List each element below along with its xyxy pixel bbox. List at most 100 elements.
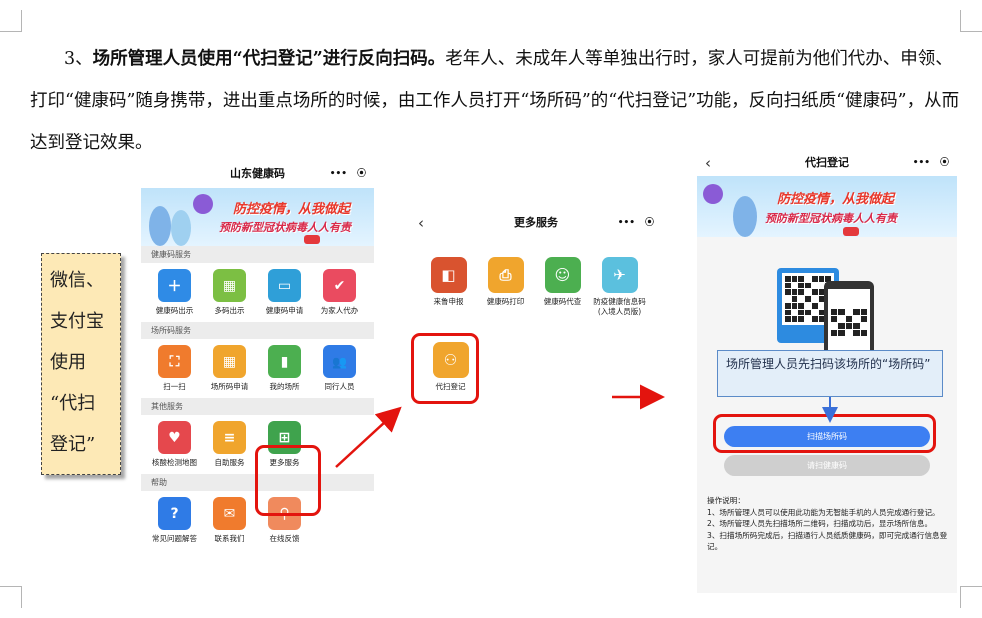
page-title: 更多服务	[514, 216, 558, 229]
campaign-banner: 防控疫情，从我做起 预防新型冠状病毒人人有责	[141, 188, 374, 246]
more-options-icon[interactable]: •••	[330, 167, 347, 182]
more-options-icon[interactable]: •••	[913, 156, 930, 171]
service-companions[interactable]: 👥 同行人员	[312, 345, 367, 392]
paragraph-title: 场所管理人员使用“代扫登记”进行反向扫码。	[92, 49, 446, 69]
side-note-line: “代扫	[50, 393, 96, 414]
code-apply-icon: ▭	[268, 269, 301, 302]
mini-program-capsule: ••• ⦿	[330, 167, 366, 182]
service-label: 健康码打印	[486, 297, 525, 306]
back-arrow-icon[interactable]: ‹	[705, 150, 711, 176]
service-label: 自助服务	[214, 458, 245, 467]
close-mini-program-icon[interactable]: ⦿	[940, 156, 949, 171]
side-note-line: 支付宝	[50, 311, 104, 332]
service-faq[interactable]: ? 常见问题解答	[147, 497, 202, 544]
doctor-figure-icon	[733, 196, 757, 237]
close-mini-program-icon[interactable]: ⦿	[357, 167, 366, 182]
service-label: 场所码申请	[210, 382, 249, 391]
service-label: 同行人员	[324, 382, 355, 391]
callout-note: 场所管理人员先扫码该场所的“场所码”	[717, 350, 943, 397]
instruction-step: 1、场所管理人员可以使用此功能为无智能手机的人员完成通行登记。	[707, 507, 940, 517]
banner-slogan: 防控疫情，从我做起	[777, 192, 895, 207]
app-header: 山东健康码 ••• ⦿	[141, 160, 374, 188]
paragraph-number: 3、	[64, 49, 93, 69]
print-icon: ⎙	[487, 257, 524, 293]
health-code-show-icon: ＋	[158, 269, 191, 302]
contact-icon: ✉	[213, 497, 246, 530]
highlight-scan-venue-code	[713, 414, 936, 453]
service-sublabel: (入境人员版)	[597, 307, 642, 316]
service-entry-info-code[interactable]: ✈ 防疫健康信息码 (入境人员版)	[591, 257, 648, 317]
back-arrow-icon[interactable]: ‹	[418, 205, 424, 241]
service-code-apply[interactable]: ▭ 健康码申请	[257, 269, 312, 316]
section-header: 场所码服务	[141, 322, 374, 339]
my-venue-icon: ▮	[268, 345, 301, 378]
service-label: 防疫健康信息码	[593, 297, 646, 306]
service-label: 健康码申请	[265, 306, 304, 315]
faq-icon: ?	[158, 497, 191, 530]
page-header: ‹ 更多服务 ••• ⦿	[410, 205, 662, 241]
service-grid: ＋ 健康码出示 ▦ 多码出示 ▭ 健康码申请 ✔ 为家人代办	[141, 263, 374, 322]
highlight-more-services	[255, 445, 321, 516]
self-service-icon: ≡	[213, 421, 246, 454]
section-header: 健康码服务	[141, 246, 374, 263]
side-note: 微信、 支付宝 使用 “代扫 登记”	[41, 253, 121, 475]
side-note-line: 微信、	[50, 270, 104, 291]
operation-instructions: 操作说明： 1、场所管理人员可以使用此功能为无智能手机的人员完成通行登记。 2、…	[707, 495, 952, 553]
service-label: 扫一扫	[163, 382, 186, 391]
corner-mark-top-left	[0, 10, 22, 32]
companions-icon: 👥	[323, 345, 356, 378]
service-label: 健康码出示	[155, 306, 194, 315]
service-scan[interactable]: ⛶ 扫一扫	[147, 345, 202, 392]
service-label: 核酸检测地图	[152, 458, 197, 467]
nurse-figure-icon	[171, 210, 191, 246]
scan-health-code-button[interactable]: 请扫健康码	[724, 455, 930, 476]
corner-mark-bottom-left	[0, 586, 22, 608]
corner-mark-top-right	[960, 10, 982, 32]
mini-program-capsule: ••• ⦿	[618, 216, 654, 231]
service-contact[interactable]: ✉ 联系我们	[202, 497, 257, 544]
service-health-code-show[interactable]: ＋ 健康码出示	[147, 269, 202, 316]
close-mini-program-icon[interactable]: ⦿	[645, 216, 654, 231]
service-venue-code-apply[interactable]: ▦ 场所码申请	[202, 345, 257, 392]
service-proxy-check[interactable]: ☺ 健康码代查	[534, 257, 591, 317]
service-label: 我的场所	[269, 382, 300, 391]
service-my-venue[interactable]: ▮ 我的场所	[257, 345, 312, 392]
page-header: ‹ 代扫登记 ••• ⦿	[697, 150, 957, 176]
service-lu-declare[interactable]: ◧ 来鲁申报	[420, 257, 477, 317]
service-family-proxy[interactable]: ✔ 为家人代办	[312, 269, 367, 316]
mini-program-capsule: ••• ⦿	[913, 156, 949, 171]
side-note-line: 登记”	[50, 434, 96, 455]
multi-code-icon: ▦	[213, 269, 246, 302]
banner-play-icon	[304, 235, 320, 244]
service-self-service[interactable]: ≡ 自助服务	[202, 421, 257, 468]
banner-slogan: 防控疫情，从我做起	[233, 202, 351, 217]
side-note-line: 使用	[50, 352, 86, 373]
doctor-figure-icon	[149, 206, 171, 246]
section-header: 其他服务	[141, 398, 374, 415]
dna-map-icon: ♥	[158, 421, 191, 454]
service-nucleic-map[interactable]: ♥ 核酸检测地图	[147, 421, 202, 468]
family-proxy-icon: ✔	[323, 269, 356, 302]
qr-illustration	[697, 237, 957, 363]
service-multi-code[interactable]: ▦ 多码出示	[202, 269, 257, 316]
service-code-print[interactable]: ⎙ 健康码打印	[477, 257, 534, 317]
page-title: 代扫登记	[805, 156, 849, 169]
corner-mark-bottom-right	[960, 586, 982, 608]
service-label: 为家人代办	[320, 306, 359, 315]
more-services-grid: ◧ 来鲁申报 ⎙ 健康码打印 ☺ 健康码代查 ✈ 防疫健康信息码 (入境人员版)	[410, 241, 662, 317]
virus-icon	[193, 194, 213, 214]
service-label: 健康码代查	[543, 297, 582, 306]
venue-code-apply-icon: ▦	[213, 345, 246, 378]
service-label: 常见问题解答	[152, 534, 197, 543]
entry-info-icon: ✈	[601, 257, 638, 293]
banner-subslogan: 预防新型冠状病毒人人有责	[765, 212, 897, 225]
instruction-paragraph: 3、场所管理人员使用“代扫登记”进行反向扫码。老年人、未成年人等单独出行时，家人…	[30, 38, 960, 164]
phone-screen-shandong-health-code: 山东健康码 ••• ⦿ 防控疫情，从我做起 预防新型冠状病毒人人有责 健康码服务…	[141, 160, 374, 600]
scan-icon: ⛶	[158, 345, 191, 378]
more-options-icon[interactable]: •••	[618, 216, 635, 231]
instructions-heading: 操作说明：	[707, 496, 745, 505]
app-title: 山东健康码	[230, 167, 285, 180]
banner-play-icon	[843, 227, 859, 236]
instruction-step: 3、扫描场所码完成后，扫描通行人员纸质健康码，即可完成通行信息登记。	[707, 530, 948, 552]
service-label: 联系我们	[214, 534, 245, 543]
